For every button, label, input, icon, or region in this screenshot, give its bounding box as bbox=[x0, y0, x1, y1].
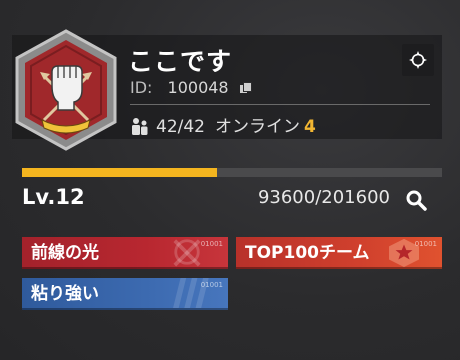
badge-label: 前線の光 bbox=[31, 243, 99, 263]
club-level: Lv.12 bbox=[22, 185, 85, 209]
badge-label: 粘り強い bbox=[31, 284, 99, 304]
badge-top100-team[interactable]: 01001 TOP100チーム bbox=[236, 237, 442, 269]
search-button[interactable] bbox=[404, 188, 430, 214]
badge-tenacious[interactable]: 01001 粘り強い bbox=[22, 278, 228, 310]
club-name: ここです bbox=[128, 47, 233, 76]
online-count: 4 bbox=[304, 117, 316, 137]
settings-icon bbox=[409, 51, 427, 69]
badge-serial: 01001 bbox=[200, 281, 223, 289]
badge-serial: 01001 bbox=[414, 240, 437, 248]
member-row: 42/42 オンライン 4 bbox=[130, 112, 316, 137]
badge-frontline-light[interactable]: 01001 前線の光 bbox=[22, 237, 228, 269]
search-icon bbox=[406, 190, 427, 211]
badge-serial: 01001 bbox=[200, 240, 223, 248]
member-count: 42/42 bbox=[156, 117, 205, 137]
online-label: オンライン bbox=[215, 117, 300, 137]
id-value: 100048 bbox=[167, 78, 229, 97]
badge-label: TOP100チーム bbox=[245, 243, 370, 263]
members-icon bbox=[132, 118, 148, 135]
id-label: ID: bbox=[130, 78, 153, 97]
raised-fist-emblem-icon[interactable] bbox=[12, 28, 120, 152]
copy-icon[interactable] bbox=[239, 82, 252, 94]
club-id-row: ID: 100048 bbox=[130, 78, 252, 97]
settings-button[interactable] bbox=[402, 44, 434, 76]
xp-progress-bar bbox=[22, 168, 442, 177]
header-divider bbox=[130, 104, 430, 105]
xp-value: 93600/201600 bbox=[257, 187, 390, 208]
xp-progress-fill bbox=[22, 168, 217, 177]
